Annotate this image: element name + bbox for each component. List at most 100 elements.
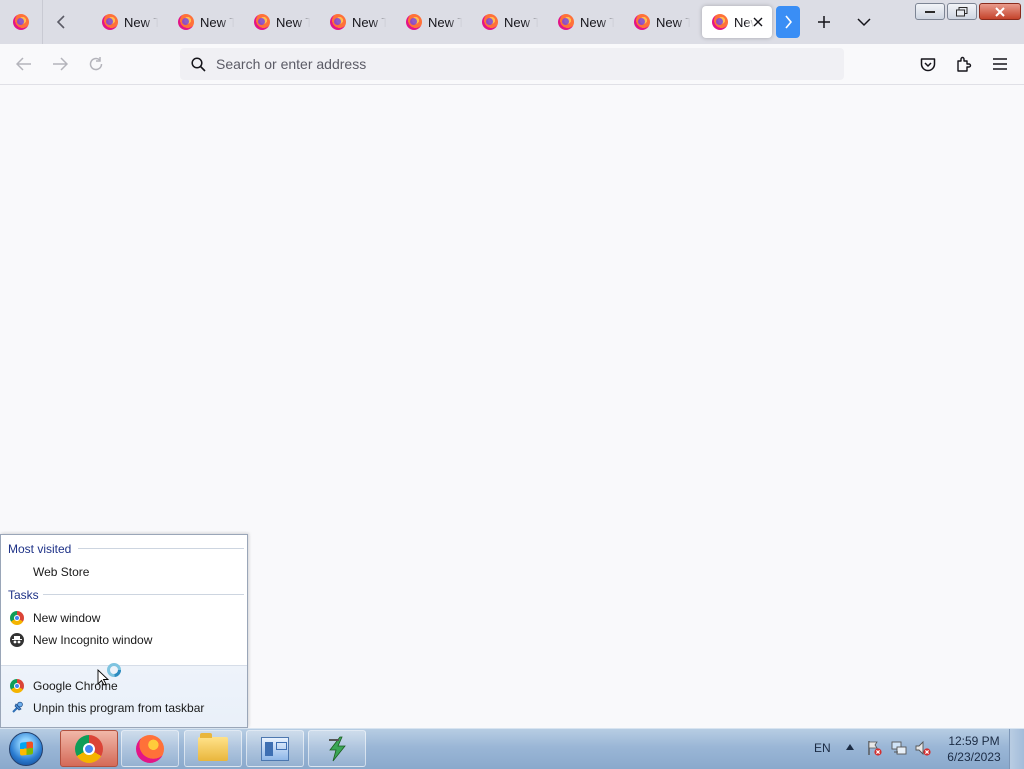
tab-scroll-left-button[interactable] — [44, 6, 78, 38]
reload-button[interactable] — [82, 50, 110, 78]
close-icon — [753, 17, 763, 27]
network-icon[interactable] — [891, 740, 907, 756]
tab[interactable]: New Tab — [168, 6, 238, 38]
windows-logo-icon — [9, 732, 43, 766]
tab[interactable]: New Tab — [472, 6, 542, 38]
tab-label: New Tab — [580, 14, 614, 30]
forward-button[interactable] — [46, 50, 74, 78]
folder-icon — [198, 732, 228, 761]
firefox-icon — [136, 734, 164, 763]
minimize-icon — [925, 10, 935, 13]
taskbar-app-firefox[interactable] — [121, 730, 179, 767]
jumplist-item-label: Web Store — [33, 565, 90, 579]
jumplist-item-label: Unpin this program from taskbar — [33, 701, 205, 715]
jumplist-item-new-incognito-window[interactable]: New Incognito window — [9, 630, 152, 650]
taskbar-app-file-explorer[interactable] — [184, 730, 242, 767]
tab-label: New Tab — [276, 14, 310, 30]
restore-icon — [956, 6, 968, 16]
jumplist-item-web-store[interactable]: Web Store — [9, 562, 89, 582]
reload-icon — [89, 57, 103, 71]
action-center-icon[interactable] — [866, 740, 882, 756]
tab[interactable]: New Tab — [244, 6, 314, 38]
firefox-icon — [102, 14, 118, 30]
chrome-icon — [75, 734, 103, 763]
show-desktop-button[interactable] — [1009, 729, 1024, 769]
tasks-header: Tasks — [8, 588, 39, 602]
tab-label: New Tab — [504, 14, 538, 30]
tab[interactable]: New Tab — [548, 6, 618, 38]
puzzle-icon — [957, 56, 972, 72]
tab-label: New Tab — [352, 14, 386, 30]
minimize-button[interactable] — [915, 3, 945, 20]
tasks-label: Tasks — [8, 588, 39, 602]
windows-taskbar: EN 12:59 PM 6/23/2023 — [0, 728, 1024, 769]
app-menu-button[interactable] — [986, 50, 1014, 78]
back-arrow-icon — [16, 57, 31, 71]
clock-date: 6/23/2023 — [947, 750, 1001, 764]
chevron-down-icon — [857, 17, 871, 26]
jumplist-item-label: New Incognito window — [33, 633, 153, 647]
tab-label: New Tab — [656, 14, 690, 30]
volume-muted-icon[interactable] — [915, 740, 931, 756]
window-controls — [915, 3, 1021, 20]
chrome-icon — [10, 679, 24, 693]
address-bar[interactable] — [180, 48, 844, 80]
taskbar-app-control-panel[interactable] — [246, 730, 304, 767]
plus-icon — [818, 16, 830, 28]
tab-active[interactable]: New Tab — [702, 6, 772, 38]
divider — [78, 548, 244, 549]
jumplist-item-new-window[interactable]: New window — [9, 608, 100, 628]
tab-strip: New Tab New Tab New Tab New Tab New Tab … — [0, 0, 1024, 44]
firefox-icon — [406, 14, 422, 30]
tab[interactable]: New Tab — [92, 6, 162, 38]
firefox-view-button[interactable] — [0, 0, 43, 44]
tab-label: New Tab — [124, 14, 158, 30]
tab[interactable]: New Tab — [624, 6, 694, 38]
forward-arrow-icon — [53, 57, 68, 71]
firefox-icon — [330, 14, 346, 30]
language-indicator[interactable]: EN — [814, 741, 831, 755]
tab[interactable]: New Tab — [320, 6, 390, 38]
pocket-button[interactable] — [914, 50, 942, 78]
extensions-button[interactable] — [950, 50, 978, 78]
close-window-button[interactable] — [979, 3, 1021, 20]
new-tab-button[interactable] — [810, 6, 838, 38]
jumplist-item-label: New window — [33, 611, 101, 625]
restore-button[interactable] — [947, 3, 977, 20]
divider — [43, 594, 244, 595]
pocket-icon — [920, 57, 936, 71]
chevron-right-icon — [785, 15, 792, 29]
taskbar-app-power-tool[interactable] — [308, 730, 366, 767]
mouse-cursor — [97, 663, 121, 686]
close-icon — [995, 6, 1005, 17]
jumplist-item-unpin[interactable]: Unpin this program from taskbar — [9, 698, 204, 718]
system-clock[interactable]: 12:59 PM 6/23/2023 — [940, 733, 1008, 765]
tab[interactable]: New Tab — [396, 6, 466, 38]
search-icon — [190, 56, 206, 72]
hamburger-menu-icon — [993, 58, 1007, 70]
chrome-icon — [10, 611, 24, 625]
address-input[interactable] — [214, 55, 818, 73]
navigation-toolbar — [0, 44, 1024, 85]
start-button[interactable] — [4, 730, 48, 768]
taskbar-app-chrome[interactable] — [60, 730, 118, 767]
triangle-up-icon — [846, 744, 854, 750]
list-all-tabs-button[interactable] — [850, 6, 878, 38]
chrome-jump-list: Most visited Web Store Tasks New window … — [0, 534, 248, 728]
most-visited-header: Most visited — [8, 542, 71, 556]
lightning-icon — [329, 736, 346, 761]
tab-label: New Tab — [428, 14, 462, 30]
firefox-icon — [13, 14, 29, 30]
firefox-icon — [254, 14, 270, 30]
show-hidden-icons-button[interactable] — [846, 742, 854, 752]
control-panel-icon — [261, 736, 289, 761]
back-button[interactable] — [10, 50, 38, 78]
tab-scroll-right-button[interactable] — [776, 6, 800, 38]
close-tab-button[interactable] — [750, 14, 766, 30]
firefox-icon — [712, 14, 728, 30]
unpin-icon — [12, 701, 23, 713]
chevron-left-icon — [56, 15, 65, 29]
firefox-icon — [482, 14, 498, 30]
tab-label: New Tab — [200, 14, 234, 30]
firefox-icon — [558, 14, 574, 30]
